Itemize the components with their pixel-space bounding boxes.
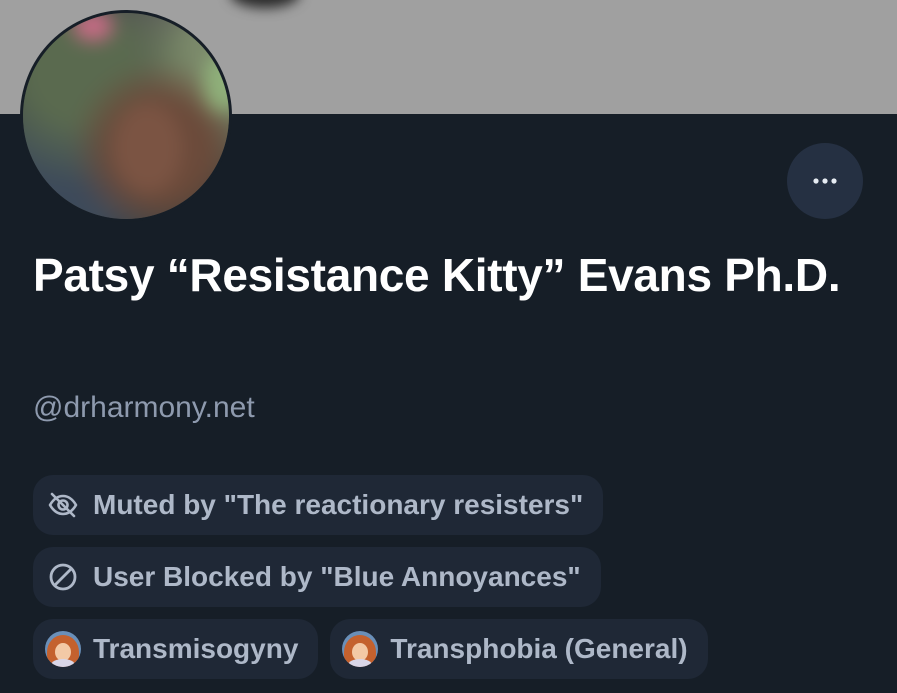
- ellipsis-icon: [813, 178, 837, 184]
- transphobia-label-chip[interactable]: Transphobia (General): [330, 619, 708, 679]
- label-row: User Blocked by "Blue Annoyances": [33, 547, 873, 607]
- muted-by-list-chip[interactable]: Muted by "The reactionary resisters": [33, 475, 604, 535]
- labeler-avatar-icon: [45, 631, 81, 667]
- labeler-avatar-icon: [342, 631, 379, 667]
- display-name: Patsy “Resistance Kitty” Evans Ph.D.: [33, 249, 841, 301]
- profile-handle: @drharmony.net: [33, 391, 255, 424]
- label-row: Muted by "The reactionary resisters": [33, 475, 873, 535]
- chip-label: Transphobia (General): [390, 633, 688, 664]
- eye-slash-icon: [45, 487, 81, 523]
- banner-image-detail: [230, 0, 300, 8]
- blocked-by-list-chip[interactable]: User Blocked by "Blue Annoyances": [33, 547, 601, 607]
- moderation-labels: Muted by "The reactionary resisters" Use…: [33, 475, 873, 691]
- block-icon: [45, 559, 81, 595]
- chip-label: User Blocked by "Blue Annoyances": [93, 561, 581, 592]
- profile-avatar[interactable]: [20, 10, 232, 222]
- chip-label: Muted by "The reactionary resisters": [93, 489, 584, 520]
- chip-label: Transmisogyny: [93, 633, 299, 664]
- label-row: Transmisogyny Transphobia (General): [33, 619, 873, 679]
- transmisogyny-label-chip[interactable]: Transmisogyny: [33, 619, 319, 679]
- avatar-image: [23, 13, 229, 219]
- more-options-button[interactable]: [787, 143, 863, 219]
- profile-page: Patsy “Resistance Kitty” Evans Ph.D. @dr…: [0, 0, 897, 693]
